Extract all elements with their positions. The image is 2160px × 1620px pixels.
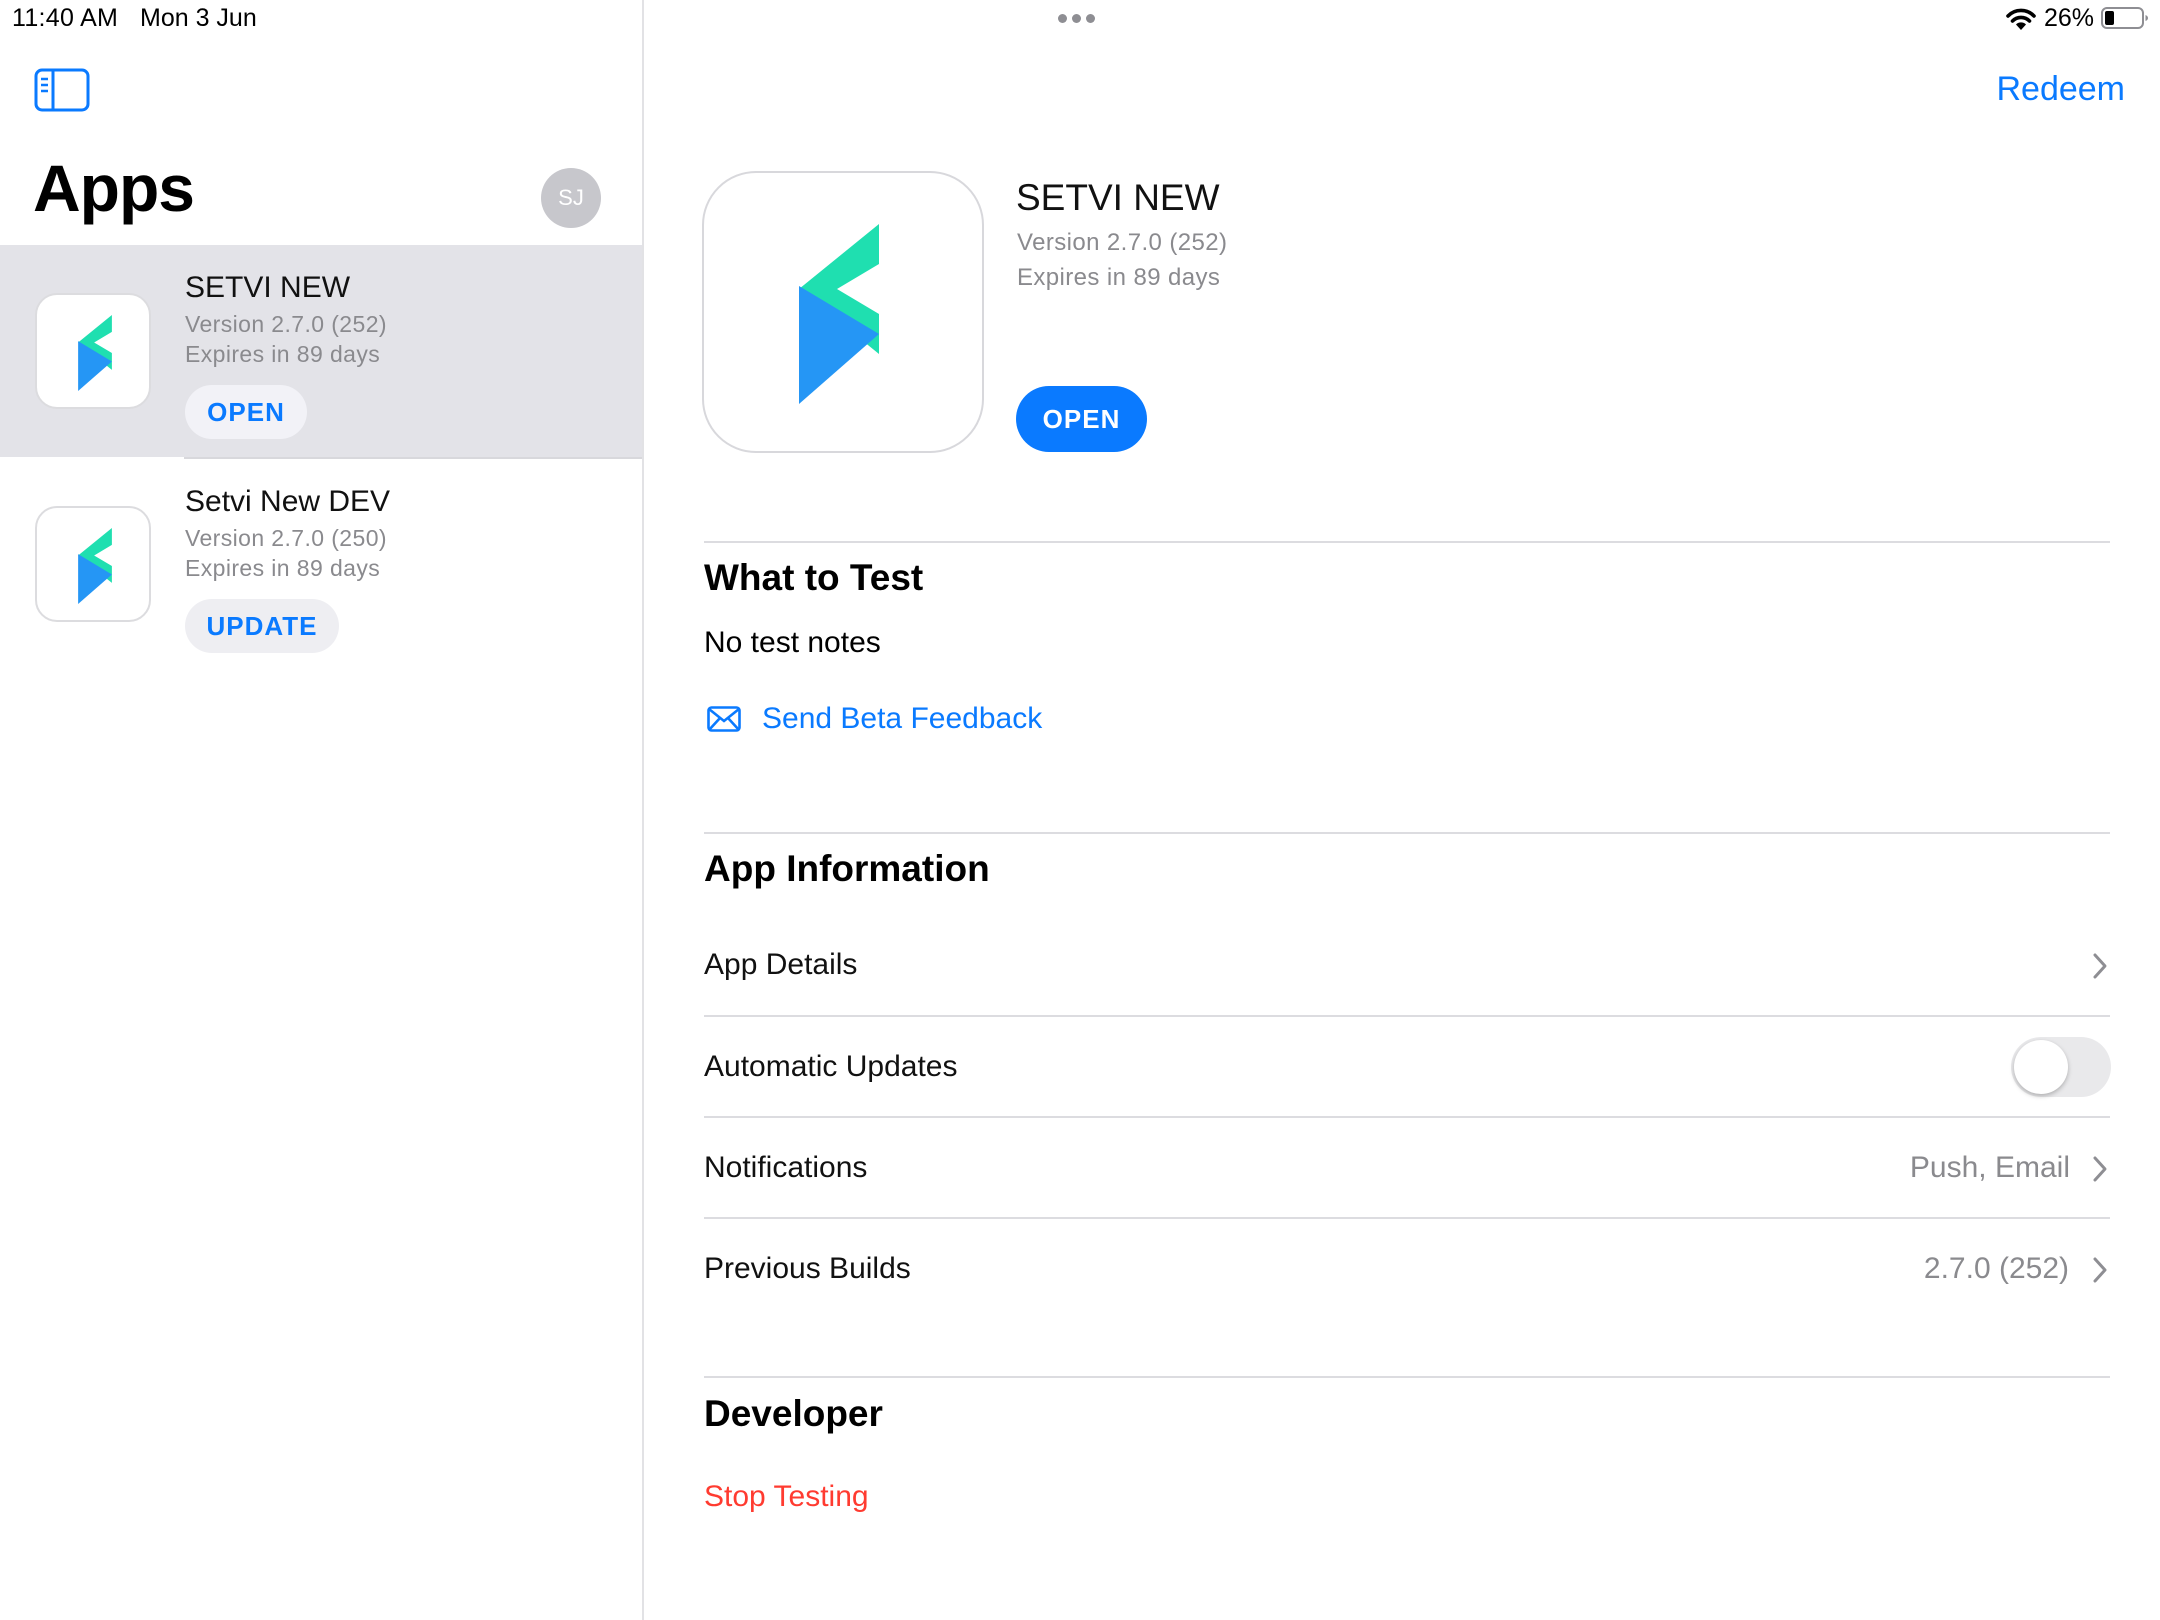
- app-expiry: Expires in 89 days: [1017, 264, 1221, 291]
- redeem-button[interactable]: Redeem: [1996, 70, 2125, 109]
- app-details-label: App Details: [704, 948, 858, 981]
- wifi-icon: [2006, 8, 2036, 30]
- automatic-updates-toggle[interactable]: [2011, 1037, 2111, 1097]
- app-version: Version 2.7.0 (252): [185, 311, 387, 337]
- notifications-row[interactable]: [704, 1118, 2110, 1216]
- chevron-right-icon: [2093, 1257, 2107, 1283]
- envelope-icon[interactable]: [707, 706, 741, 732]
- chevron-right-icon: [2093, 953, 2107, 979]
- previous-builds-value: 2.7.0 (252): [1923, 1252, 2069, 1285]
- setvi-logo-icon: [702, 171, 984, 453]
- notifications-value: Push, Email: [1909, 1151, 2070, 1184]
- stop-testing-button[interactable]: Stop Testing: [704, 1480, 869, 1514]
- avatar[interactable]: SJ: [541, 168, 601, 228]
- battery-icon: [2101, 7, 2148, 29]
- previous-builds-row[interactable]: [704, 1219, 2110, 1319]
- page-title: Apps: [33, 151, 195, 225]
- divider: [704, 832, 2110, 834]
- divider: [704, 541, 2110, 543]
- previous-builds-label: Previous Builds: [704, 1252, 911, 1285]
- multitasking-dots-icon[interactable]: [1058, 10, 1100, 28]
- automatic-updates-label: Automatic Updates: [704, 1050, 958, 1083]
- app-expiry: Expires in 89 days: [185, 555, 381, 581]
- section-heading-developer: Developer: [704, 1393, 883, 1434]
- section-heading-app-information: App Information: [704, 848, 990, 889]
- app-details-row[interactable]: [704, 925, 2110, 1015]
- app-name: SETVI NEW: [185, 271, 351, 304]
- app-version: Version 2.7.0 (250): [185, 525, 387, 551]
- open-button[interactable]: OPEN: [1016, 386, 1147, 452]
- setvi-logo-icon: [35, 293, 151, 409]
- divider: [704, 1376, 2110, 1378]
- chevron-right-icon: [2093, 1156, 2107, 1182]
- app-expiry: Expires in 89 days: [185, 341, 381, 367]
- send-beta-feedback-link[interactable]: Send Beta Feedback: [762, 702, 1042, 736]
- app-name: Setvi New DEV: [185, 485, 391, 518]
- update-button[interactable]: UPDATE: [185, 599, 339, 653]
- sidebar-toggle-icon[interactable]: [34, 68, 90, 112]
- app-version: Version 2.7.0 (252): [1017, 229, 1228, 256]
- sidebar: [0, 0, 644, 1620]
- open-button[interactable]: OPEN: [185, 385, 307, 439]
- section-heading-what-to-test: What to Test: [704, 557, 924, 598]
- divider: [704, 1015, 2110, 1017]
- test-notes: No test notes: [704, 626, 881, 659]
- app-title: SETVI NEW: [1016, 177, 1220, 218]
- notifications-label: Notifications: [704, 1151, 868, 1184]
- battery-percentage: 26%: [2044, 4, 2095, 32]
